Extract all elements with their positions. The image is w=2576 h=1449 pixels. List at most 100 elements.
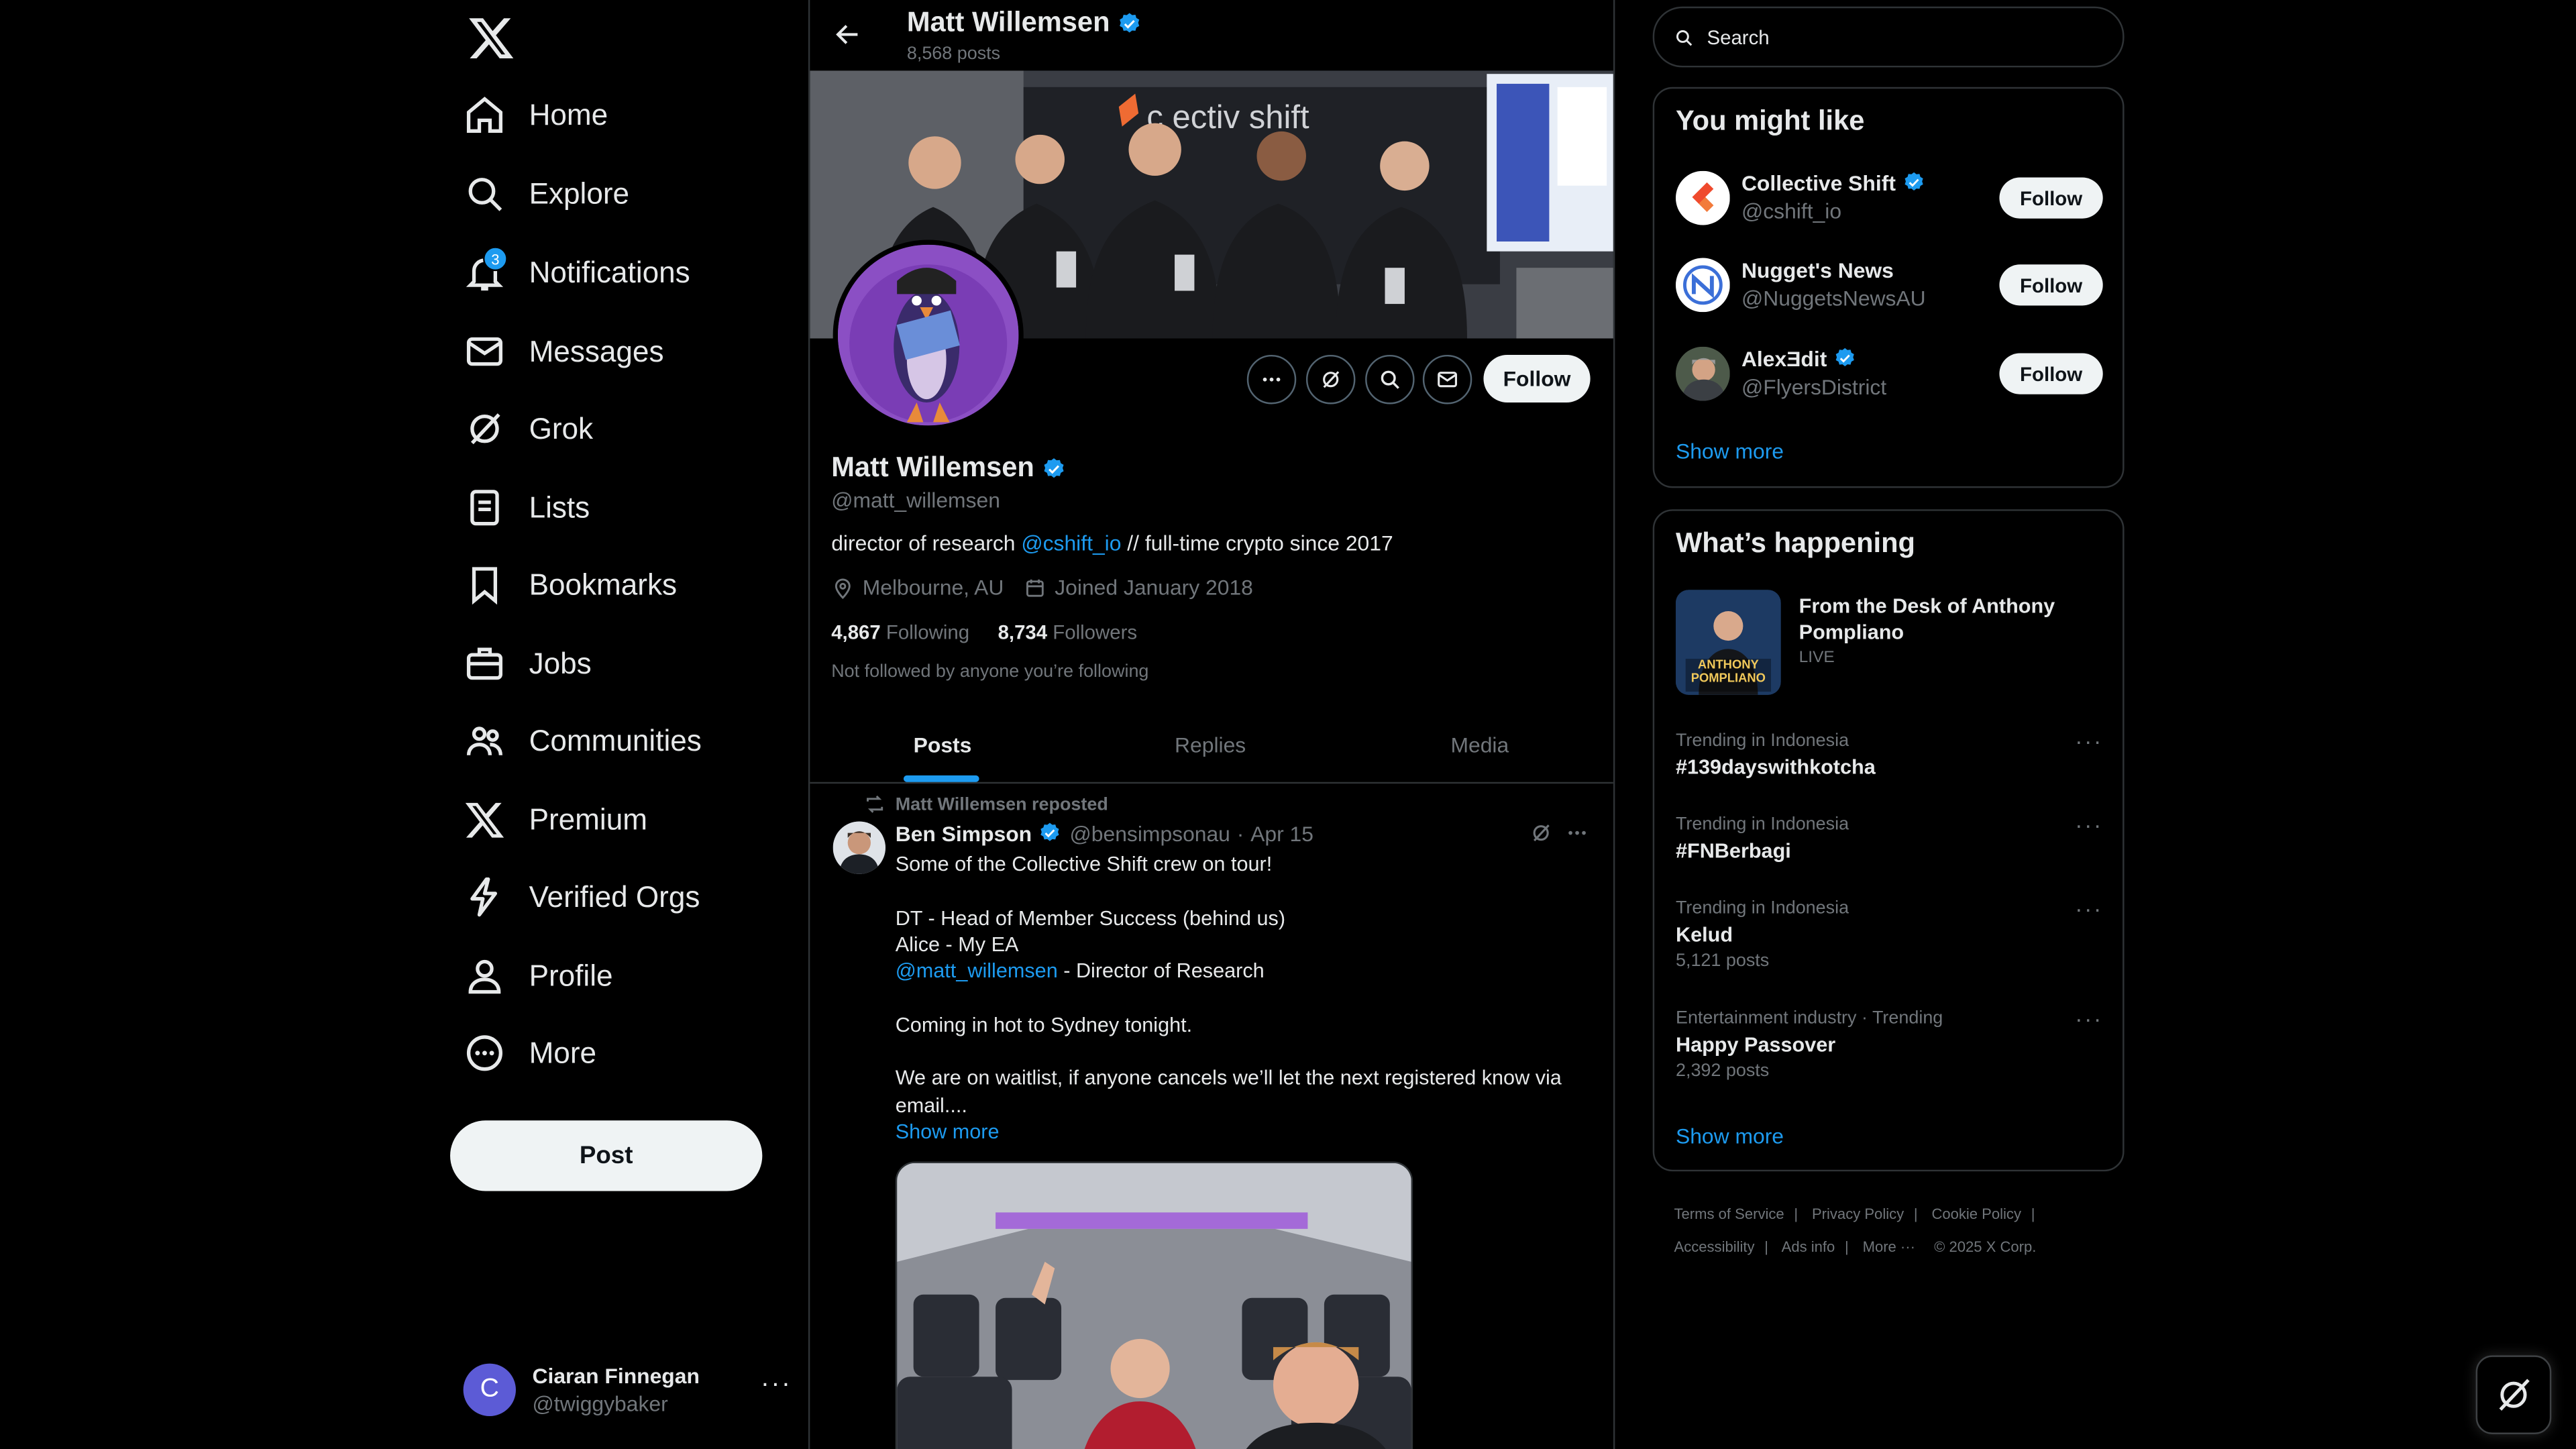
tweet-line: Coming in hot to Sydney tonight.: [895, 1013, 1193, 1036]
footer-separator: |: [1794, 1205, 1799, 1223]
nav-verified-orgs[interactable]: Verified Orgs: [464, 864, 700, 930]
tweet-mention-link[interactable]: @matt_willemsen: [896, 960, 1058, 983]
tweet-image[interactable]: [895, 1161, 1413, 1449]
tab-replies[interactable]: Replies: [1175, 733, 1246, 757]
trend-topic: #FNBerbagi: [1675, 839, 1791, 863]
trend-item[interactable]: Trending in Indonesia Kelud 5,121 posts …: [1676, 896, 2103, 971]
search-input[interactable]: [1703, 23, 2105, 50]
verified-badge-icon: [1833, 347, 1858, 372]
more-dots-icon[interactable]: ···: [761, 1370, 792, 1399]
footer-terms-link[interactable]: Terms of Service: [1674, 1206, 1784, 1222]
more-options-button[interactable]: [1246, 354, 1297, 405]
message-button[interactable]: [1422, 354, 1472, 405]
search-icon: [464, 172, 506, 215]
nav-label: Communities: [529, 723, 702, 757]
suggestion-row[interactable]: AlexƎdit @FlyersDistrict Follow: [1675, 343, 2103, 402]
more-dots-icon[interactable]: ···: [2075, 728, 2103, 754]
suggestion-name: AlexƎdit: [1741, 347, 1858, 372]
tab-posts[interactable]: Posts: [914, 733, 972, 757]
tweet-date[interactable]: Apr 15: [1250, 822, 1313, 847]
trend-item[interactable]: Trending in Indonesia #139dayswithkotcha…: [1675, 728, 2103, 804]
trend-item[interactable]: Entertainment industry · Trending Happy …: [1675, 1006, 2103, 1081]
suggestion-name: Nugget's News: [1741, 258, 1894, 283]
footer-ads-link[interactable]: Ads info: [1782, 1239, 1835, 1255]
nav-label: Premium: [529, 802, 647, 836]
nav-label: Jobs: [529, 646, 592, 680]
profile-avatar[interactable]: [833, 239, 1024, 431]
following-link[interactable]: 4,867 Following: [831, 621, 969, 644]
more-dots-icon[interactable]: ···: [2075, 896, 2103, 922]
header-name: Matt Willemsen: [907, 7, 1141, 40]
tweet-author-handle[interactable]: @bensimpsonau: [1069, 822, 1230, 847]
nav-lists[interactable]: Lists: [464, 475, 590, 541]
bell-icon: 3: [464, 246, 508, 294]
more-dots-icon[interactable]: ···: [2075, 812, 2103, 838]
follow-button[interactable]: Follow: [1999, 353, 2103, 394]
follow-button[interactable]: Follow: [1999, 264, 2103, 306]
follow-button[interactable]: Follow: [1999, 177, 2103, 219]
follow-button[interactable]: Follow: [1483, 354, 1591, 403]
profile-column: Matt Willemsen 8,568 posts c ectiv shift: [808, 0, 1615, 1449]
search-posts-button[interactable]: [1365, 354, 1415, 405]
post-button[interactable]: Post: [450, 1120, 763, 1191]
nav-notifications[interactable]: 3 Notifications: [464, 240, 690, 306]
nav-profile[interactable]: Profile: [464, 943, 613, 1009]
trend-context: Trending in Indonesia: [1675, 814, 1849, 835]
search-icon: [1674, 27, 1694, 46]
account-handle: @twiggybaker: [532, 1391, 668, 1417]
nav-jobs[interactable]: Jobs: [464, 631, 592, 696]
suggestion-row[interactable]: Nugget's News @NuggetsNewsAU Follow: [1675, 255, 2103, 314]
profile-name-text: Matt Willemsen: [831, 451, 1034, 484]
search-box[interactable]: [1652, 6, 2125, 68]
right-sidebar: You might like Collective Shift @cshift_…: [1652, 0, 2125, 1449]
followers-link[interactable]: 8,734 Followers: [998, 621, 1138, 644]
tweet-author-avatar[interactable]: [833, 821, 886, 874]
live-event[interactable]: ANTHONY POMPLIANO From the Desk of Antho…: [1675, 590, 2103, 698]
trend-context: Trending in Indonesia: [1675, 731, 1849, 751]
whats-happening-panel: What’s happening ANTHONY POMPLIANO From …: [1652, 509, 2125, 1172]
show-more-link[interactable]: Show more: [1676, 1124, 1784, 1148]
more-dots-icon[interactable]: ···: [2075, 1006, 2103, 1032]
nav-label: Grok: [529, 411, 594, 445]
suggestion-row[interactable]: Collective Shift @cshift_io Follow: [1675, 168, 2103, 227]
people-icon: [464, 720, 506, 763]
tweet-header: Ben Simpson @bensimpsonau · Apr 15: [896, 822, 1313, 847]
show-more-link[interactable]: Show more: [1676, 439, 1784, 464]
nav-home[interactable]: Home: [464, 82, 608, 148]
nav-label: Home: [529, 97, 608, 131]
bio-mention-link[interactable]: @cshift_io: [1021, 531, 1121, 555]
tweet-author-name[interactable]: Ben Simpson: [896, 822, 1032, 847]
footer-more-link[interactable]: More ···: [1863, 1239, 1915, 1255]
footer-privacy-link[interactable]: Privacy Policy: [1812, 1206, 1904, 1222]
nav-messages[interactable]: Messages: [464, 319, 664, 384]
footer-accessibility-link[interactable]: Accessibility: [1674, 1239, 1755, 1255]
profile-location: Melbourne, AU: [862, 575, 1004, 600]
nav-premium[interactable]: Premium: [464, 787, 647, 853]
more-dots-icon[interactable]: [1566, 822, 1589, 845]
nav-more[interactable]: More: [464, 1020, 596, 1086]
more-dots-icon: [1260, 368, 1283, 391]
not-followed-note: Not followed by anyone you’re following: [831, 661, 1149, 682]
following-label: Following: [885, 621, 970, 645]
grok-icon[interactable]: [1529, 822, 1552, 845]
nav-communities[interactable]: Communities: [464, 708, 702, 774]
tweet-show-more[interactable]: Show more: [896, 1119, 1586, 1146]
grok-profile-button[interactable]: [1305, 354, 1356, 405]
footer-cookie-link[interactable]: Cookie Policy: [1931, 1206, 2021, 1222]
grok-floating-button[interactable]: [2475, 1355, 2552, 1434]
tab-media[interactable]: Media: [1450, 733, 1509, 757]
tweet-line: Some of the Collective Shift crew on tou…: [895, 853, 1273, 876]
nav-explore[interactable]: Explore: [464, 161, 629, 227]
panel-title: What’s happening: [1675, 527, 1915, 559]
verified-badge-icon: [1116, 11, 1141, 36]
suggestion-avatar: [1675, 170, 1730, 225]
trend-item[interactable]: Trending in Indonesia #FNBerbagi ···: [1675, 812, 2103, 888]
suggestion-handle: @NuggetsNewsAU: [1741, 286, 1926, 311]
nav-bookmarks[interactable]: Bookmarks: [464, 552, 677, 618]
back-arrow-icon[interactable]: [833, 19, 863, 49]
trend-topic: Happy Passover: [1675, 1033, 1836, 1057]
x-logo-icon[interactable]: [467, 13, 516, 62]
bio-text: director of research: [831, 531, 1022, 555]
nav-grok[interactable]: Grok: [464, 396, 594, 462]
account-switcher[interactable]: C Ciaran Finnegan @twiggybaker ···: [463, 1357, 792, 1423]
